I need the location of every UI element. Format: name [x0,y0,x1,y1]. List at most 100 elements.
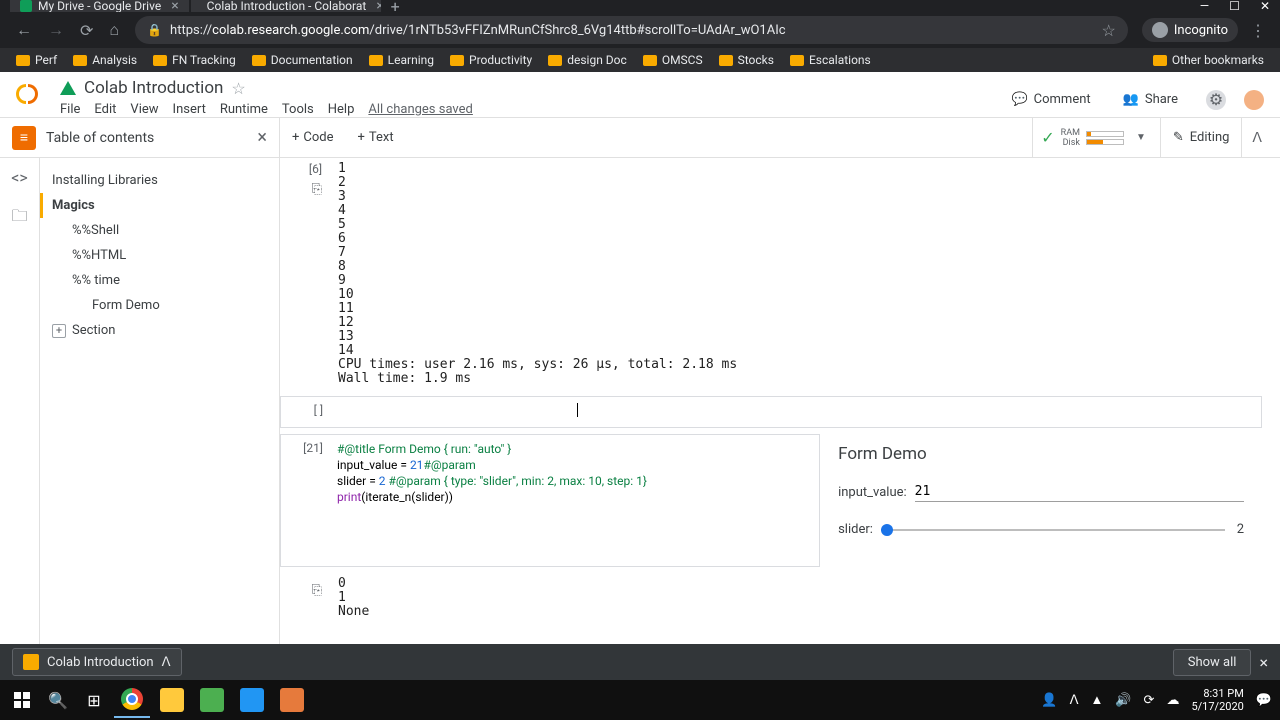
share-button[interactable]: 👥Share [1113,86,1188,113]
code-snippets-icon[interactable]: <> [11,168,28,187]
clock[interactable]: 8:31 PM 5/17/2020 [1191,687,1243,713]
toc-item[interactable]: %% time [40,268,279,293]
form-row-input-value: input_value: [838,482,1244,502]
toc-item[interactable]: %%HTML [40,243,279,268]
bookmark-item[interactable]: design Doc [540,53,635,67]
home-button[interactable]: ⌂ [101,20,127,40]
files-icon[interactable]: 🗀 [11,205,27,232]
toc-item[interactable]: %%Shell [40,218,279,243]
menu-insert[interactable]: Insert [173,102,206,117]
browser-menu-icon[interactable]: ⋮ [1244,21,1272,40]
output-indicator-icon[interactable]: ⎘ [280,583,322,598]
show-all-button[interactable]: Show all [1173,649,1252,676]
bookmark-item[interactable]: FN Tracking [145,53,244,67]
new-tab-button[interactable]: + [383,0,408,16]
sync-icon[interactable]: ⟳ [1144,693,1155,708]
bookmark-item[interactable]: Stocks [711,53,782,67]
collapse-button[interactable]: ᐱ [1241,118,1272,157]
download-item[interactable]: Colab Introduction ᐱ [12,648,182,676]
input-value-field[interactable] [915,482,1244,502]
close-icon[interactable]: ✕ [1260,0,1270,13]
folder-icon [369,55,383,66]
menu-edit[interactable]: Edit [94,102,116,117]
task-view-icon[interactable]: ⊞ [76,682,112,718]
chevron-up-icon[interactable]: ᐱ [162,655,171,670]
app-icon-orange[interactable] [274,682,310,718]
menu-tools[interactable]: Tools [282,102,314,117]
comment-button[interactable]: 💬Comment [1001,86,1100,113]
notebook-area[interactable]: [6] ⎘ 1 2 3 4 5 6 7 8 9 10 11 12 13 14 C… [280,158,1280,651]
address-bar[interactable]: 🔒 https://colab.research.google.com/driv… [135,16,1128,44]
toc-item[interactable]: Form Demo [40,293,279,318]
menu-view[interactable]: View [130,102,158,117]
form-title: Form Demo [838,444,1244,464]
bookmark-item[interactable]: Documentation [244,53,361,67]
app-icon-green[interactable] [194,682,230,718]
settings-gear-icon[interactable]: ⚙ [1206,90,1226,110]
chevron-up-icon[interactable]: ᐱ [1070,693,1079,708]
forward-button[interactable]: → [40,20,72,40]
date: 5/17/2020 [1191,700,1243,713]
plus-icon: + [358,130,365,145]
other-bookmarks[interactable]: Other bookmarks [1145,53,1272,67]
network-icon[interactable]: ▲ [1090,692,1103,708]
volume-icon[interactable]: 🔊 [1115,693,1131,708]
close-icon[interactable]: × [171,0,178,12]
star-icon[interactable]: ☆ [231,79,245,98]
explorer-app-icon[interactable] [154,682,190,718]
add-text-cell-button[interactable]: +Text [346,130,406,145]
start-button[interactable] [4,682,40,718]
bookmark-item[interactable]: Learning [361,53,442,67]
onedrive-icon[interactable]: ☁ [1166,693,1179,708]
menu-help[interactable]: Help [328,102,355,117]
back-button[interactable]: ← [8,20,40,40]
toc-toggle-icon[interactable]: ≡ [12,126,36,150]
bookmarks-bar: Perf Analysis FN Tracking Documentation … [0,48,1280,72]
people-icon[interactable]: 👤 [1041,693,1057,708]
connected-check-icon: ✓ [1041,128,1054,147]
empty-code-cell[interactable]: [ ] [280,396,1262,428]
bookmark-item[interactable]: OMSCS [635,53,711,67]
toc-item-active[interactable]: Magics [40,193,279,218]
bookmark-item[interactable]: Productivity [442,53,540,67]
toc-item[interactable]: Installing Libraries [40,168,279,193]
close-icon[interactable]: × [376,0,380,12]
bookmark-item[interactable]: Escalations [782,53,879,67]
chrome-app-icon[interactable] [114,682,150,718]
close-icon[interactable]: × [257,127,267,148]
editing-mode-button[interactable]: ✎Editing [1160,118,1242,157]
code-editor[interactable]: #@title Form Demo { run: "auto" } input_… [331,435,819,566]
chevron-down-icon[interactable]: ▼ [1130,132,1152,143]
tab-title: My Drive - Google Drive [38,0,161,12]
window-controls: — ☐ ✕ [1200,0,1280,13]
browser-tab-colab[interactable]: Colab Introduction - Colaborat × [191,0,381,12]
output-indicator-icon[interactable]: ⎘ [280,182,322,197]
folder-icon [16,55,30,66]
minimize-icon[interactable]: — [1200,0,1209,13]
code-editor[interactable] [331,397,1261,427]
expand-icon[interactable]: + [52,324,66,338]
toc-item-section[interactable]: +Section [40,318,279,343]
tab-title: Colab Introduction - Colaborat [207,0,367,12]
bookmark-item[interactable]: Perf [8,53,65,67]
notifications-icon[interactable]: 💬 [1256,693,1272,708]
bookmark-item[interactable]: Analysis [65,53,145,67]
add-code-cell-button[interactable]: +Code [280,130,346,145]
slider-value: 2 [1237,522,1244,537]
browser-tab-drive[interactable]: My Drive - Google Drive × [10,0,189,12]
resource-indicator[interactable]: ✓ RAMDisk ▼ [1032,118,1160,157]
search-icon[interactable]: 🔍 [40,682,76,718]
maximize-icon[interactable]: ☐ [1229,0,1240,13]
form-label: input_value: [838,485,907,500]
user-avatar[interactable] [1244,90,1264,110]
document-title[interactable]: Colab Introduction [84,78,223,98]
menu-runtime[interactable]: Runtime [220,102,268,117]
close-icon[interactable]: × [1259,653,1268,672]
reload-button[interactable]: ⟳ [72,21,101,40]
save-status[interactable]: All changes saved [368,102,473,117]
slider-thumb[interactable] [881,524,893,536]
slider-track[interactable] [881,529,1225,531]
menu-file[interactable]: File [60,102,80,117]
app-icon-blue[interactable] [234,682,270,718]
bookmark-star-icon[interactable]: ☆ [1102,21,1116,40]
